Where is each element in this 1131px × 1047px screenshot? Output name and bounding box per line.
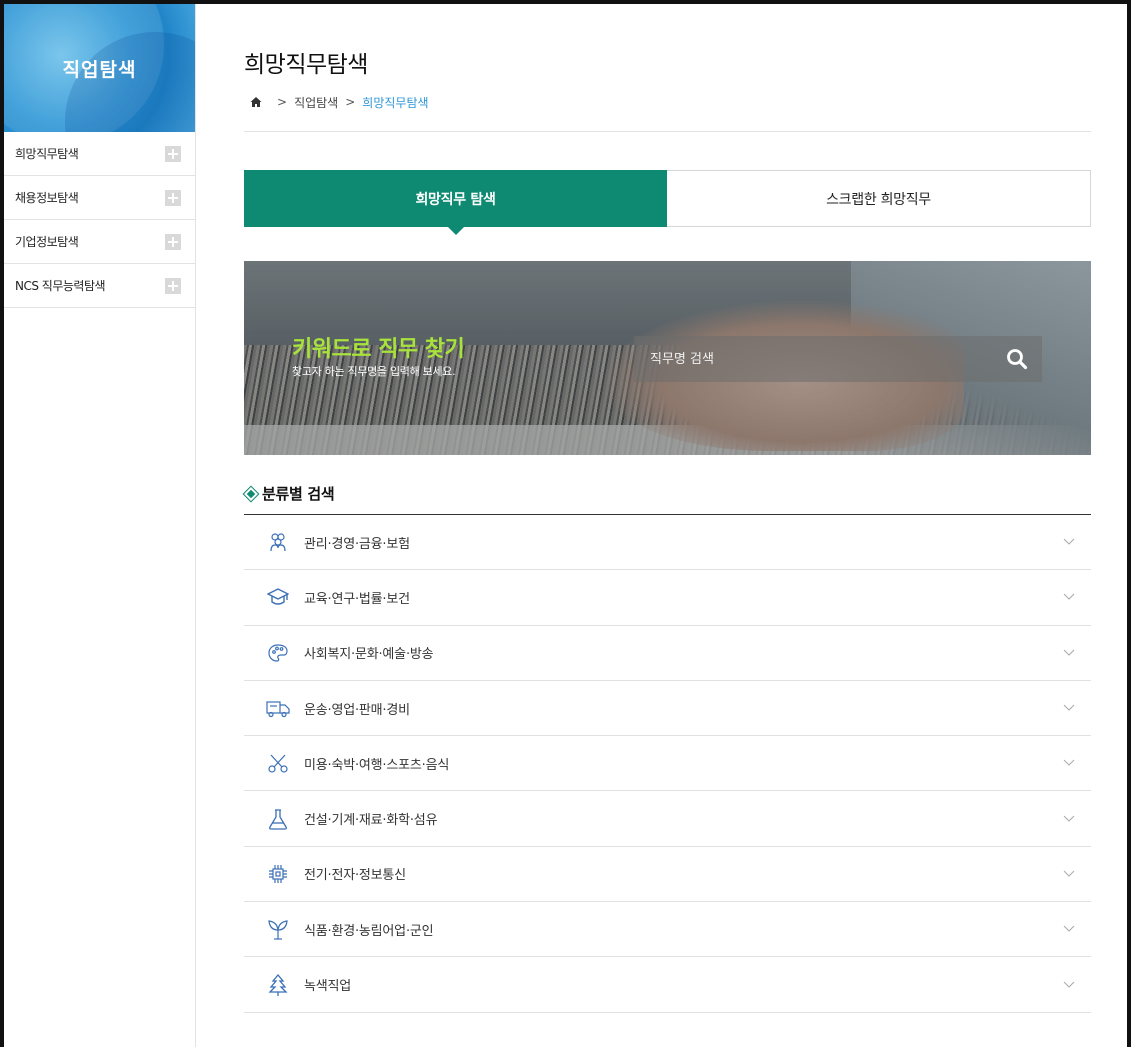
job-search-box <box>634 336 1042 382</box>
keyword-search-banner: 키워드로 직무 찾기 찾고자 하는 직무명을 입력해 보세요. <box>244 261 1091 455</box>
title-divider <box>244 131 1091 132</box>
category-label: 운송·영업·판매·경비 <box>304 702 410 718</box>
scissors-icon <box>266 751 290 775</box>
flask-icon <box>266 807 290 831</box>
category-section-title: 분류별 검색 <box>242 483 1091 504</box>
category-label: 관리·경영·금융·보험 <box>304 536 410 552</box>
sidebar-item-label: NCS 직무능력탐색 <box>15 279 106 293</box>
banner-title: 키워드로 직무 찾기 <box>292 337 465 362</box>
sidebar-item-label: 희망직무탐색 <box>15 147 79 161</box>
chevron-down-icon[interactable] <box>1063 925 1075 933</box>
sidebar-item-label: 기업정보탐색 <box>15 235 79 249</box>
chevron-down-icon[interactable] <box>1063 815 1075 823</box>
category-label: 전기·전자·정보통신 <box>304 868 406 884</box>
expand-plus-icon[interactable] <box>165 233 181 250</box>
chevron-down-icon[interactable] <box>1063 704 1075 712</box>
people-icon <box>266 530 290 554</box>
chevron-down-icon[interactable] <box>1063 593 1075 601</box>
expand-plus-icon[interactable] <box>165 189 181 206</box>
chip-icon <box>266 862 290 886</box>
chevron-down-icon[interactable] <box>1063 870 1075 878</box>
chevron-down-icon[interactable] <box>1063 649 1075 657</box>
category-item-construction[interactable]: 건설·기계·재료·화학·섬유 <box>244 791 1091 847</box>
category-item-welfare-culture[interactable]: 사회복지·문화·예술·방송 <box>244 626 1091 681</box>
banner-subtitle: 찾고자 하는 직무명을 입력해 보세요. <box>292 365 456 378</box>
truck-icon <box>266 696 290 720</box>
sidebar-header: 직업탐색 <box>4 4 195 132</box>
category-item-education[interactable]: 교육·연구·법률·보건 <box>244 570 1091 626</box>
breadcrumb-link[interactable]: 직업탐색 <box>294 94 338 111</box>
breadcrumb: > 직업탐색 > 희망직무탐색 <box>244 93 1091 111</box>
plant-icon <box>266 917 290 941</box>
category-item-management[interactable]: 관리·경영·금융·보험 <box>244 515 1091 571</box>
category-section-label: 분류별 검색 <box>262 485 335 503</box>
sidebar-item-company[interactable]: 기업정보탐색 <box>4 220 195 264</box>
breadcrumb-separator: > <box>345 95 356 109</box>
sidebar-item-recruit[interactable]: 채용정보탐색 <box>4 176 195 220</box>
tab-scrapped-jobs[interactable]: 스크랩한 희망직무 <box>667 171 1090 226</box>
tree-icon <box>266 973 290 997</box>
diamond-bullet-icon <box>242 485 260 502</box>
category-label: 식품·환경·농림어업·군인 <box>304 923 434 939</box>
category-item-green-jobs[interactable]: 녹색직업 <box>244 957 1091 1013</box>
page-title: 희망직무탐색 <box>244 52 368 78</box>
palette-icon <box>266 641 290 665</box>
category-item-electronics[interactable]: 전기·전자·정보통신 <box>244 847 1091 903</box>
graduation-cap-icon <box>266 585 290 609</box>
sidebar-menu: 희망직무탐색 채용정보탐색 기업정보탐색 NCS 직무능력탐색 <box>4 132 195 308</box>
category-item-beauty-travel[interactable]: 미용·숙박·여행·스포츠·음식 <box>244 736 1091 792</box>
category-label: 교육·연구·법률·보건 <box>304 591 410 607</box>
chevron-down-icon[interactable] <box>1063 759 1075 767</box>
expand-plus-icon[interactable] <box>165 145 181 162</box>
sidebar-item-ncs[interactable]: NCS 직무능력탐색 <box>4 264 195 308</box>
main-content: 희망직무탐색 > 직업탐색 > 희망직무탐색 희망직무 탐색 스크랩한 희망직무… <box>242 4 1091 1013</box>
category-label: 사회복지·문화·예술·방송 <box>304 647 434 663</box>
sidebar-item-label: 채용정보탐색 <box>15 191 79 205</box>
breadcrumb-current: 희망직무탐색 <box>362 95 429 110</box>
category-label: 미용·숙박·여행·스포츠·음식 <box>304 757 450 773</box>
job-search-input[interactable] <box>650 351 980 367</box>
category-label: 건설·기계·재료·화학·섬유 <box>304 813 438 829</box>
tab-bar: 희망직무 탐색 스크랩한 희망직무 <box>244 170 1091 235</box>
sidebar: 직업탐색 희망직무탐색 채용정보탐색 기업정보탐색 NCS 직무능력탐색 <box>4 4 196 1047</box>
search-icon[interactable] <box>1006 348 1028 370</box>
category-label: 녹색직업 <box>304 979 352 995</box>
sidebar-item-hope-job[interactable]: 희망직무탐색 <box>4 132 195 176</box>
expand-plus-icon[interactable] <box>165 277 181 294</box>
category-list: 관리·경영·금융·보험 교육·연구·법률·보건 사회복지·문화·예술·방송 운송… <box>244 514 1091 1013</box>
breadcrumb-separator: > <box>277 95 288 109</box>
sidebar-title: 직업탐색 <box>62 58 137 81</box>
home-icon[interactable] <box>250 96 262 108</box>
chevron-down-icon[interactable] <box>1063 538 1075 546</box>
tab-hope-job-search[interactable]: 희망직무 탐색 <box>244 170 667 235</box>
chevron-down-icon[interactable] <box>1063 981 1075 989</box>
category-item-food-agriculture[interactable]: 식품·환경·농림어업·군인 <box>244 902 1091 958</box>
category-item-transport-sales[interactable]: 운송·영업·판매·경비 <box>244 681 1091 737</box>
